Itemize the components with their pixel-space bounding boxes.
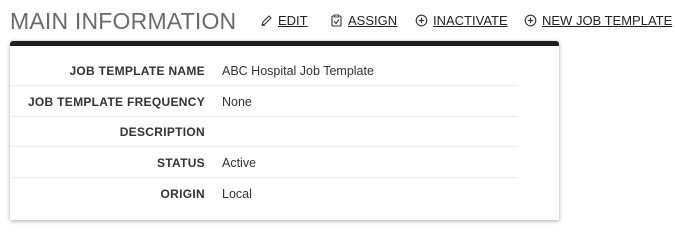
edit-label: EDIT xyxy=(278,13,308,28)
detail-row-description: DESCRIPTION xyxy=(10,117,518,147)
detail-row-job-template-frequency: JOB TEMPLATE FREQUENCY None xyxy=(10,87,518,117)
clipboard-check-icon xyxy=(330,14,343,27)
detail-row-origin: ORIGIN Local xyxy=(10,179,518,209)
detail-row-status: STATUS Active xyxy=(10,148,518,178)
detail-label: JOB TEMPLATE NAME xyxy=(69,64,205,78)
detail-row-job-template-name: JOB TEMPLATE NAME ABC Hospital Job Templ… xyxy=(10,56,518,86)
new-job-template-button[interactable]: NEW JOB TEMPLATE xyxy=(524,13,672,28)
page-header: MAIN INFORMATION EDIT ASSIGN INACTIVATE … xyxy=(10,8,672,36)
detail-label: JOB TEMPLATE FREQUENCY xyxy=(27,95,205,109)
detail-label: DESCRIPTION xyxy=(119,125,205,139)
detail-value: None xyxy=(222,95,252,109)
edit-button[interactable]: EDIT xyxy=(260,13,308,28)
pencil-icon xyxy=(260,14,273,27)
assign-label: ASSIGN xyxy=(348,13,398,28)
inactivate-button[interactable]: INACTIVATE xyxy=(415,13,508,28)
detail-label: ORIGIN xyxy=(160,187,205,201)
detail-value: Active xyxy=(222,156,257,170)
plus-circle-icon xyxy=(415,14,428,27)
page-title: MAIN INFORMATION xyxy=(10,8,237,34)
new-job-template-label: NEW JOB TEMPLATE xyxy=(542,13,673,28)
detail-label: STATUS xyxy=(156,156,205,170)
main-information-panel: JOB TEMPLATE NAME ABC Hospital Job Templ… xyxy=(10,41,559,220)
plus-circle-icon xyxy=(524,14,537,27)
inactivate-label: INACTIVATE xyxy=(433,13,508,28)
detail-value: ABC Hospital Job Template xyxy=(222,64,374,78)
assign-button[interactable]: ASSIGN xyxy=(330,13,397,28)
detail-value: Local xyxy=(222,187,252,201)
